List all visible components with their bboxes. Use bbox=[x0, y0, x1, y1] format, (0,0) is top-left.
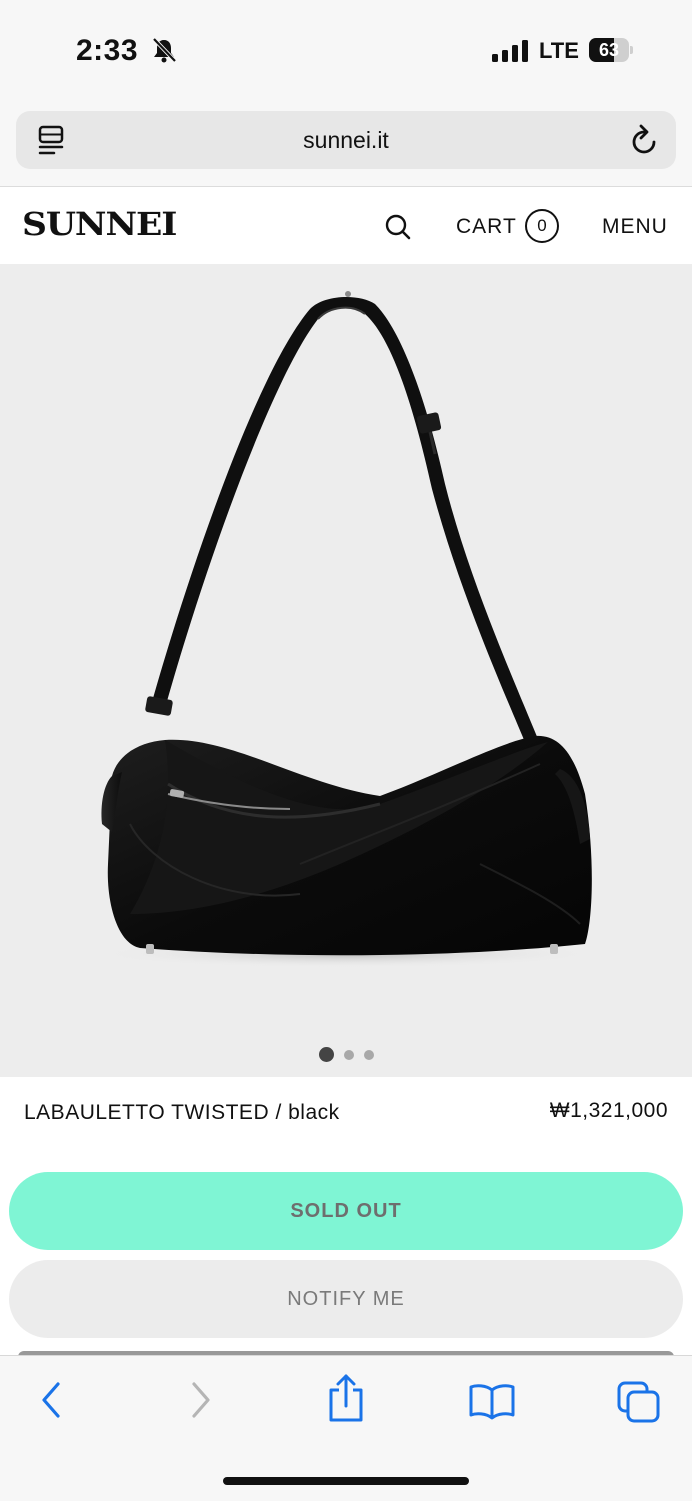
status-time: 2:33 bbox=[76, 34, 139, 67]
menu-button[interactable]: MENU bbox=[602, 215, 668, 239]
cellular-signal-icon bbox=[492, 40, 528, 62]
silent-bell-icon bbox=[152, 37, 177, 63]
forward-icon[interactable] bbox=[188, 1378, 214, 1422]
carousel-dot[interactable] bbox=[363, 1049, 374, 1060]
cart-link[interactable]: CART bbox=[456, 215, 517, 239]
battery-icon: 63 bbox=[589, 38, 629, 62]
brand-logo[interactable]: SUNNEI bbox=[22, 205, 177, 243]
bookmarks-icon[interactable] bbox=[468, 1382, 516, 1420]
carousel-dot[interactable] bbox=[343, 1049, 354, 1060]
product-image-gallery[interactable] bbox=[0, 264, 692, 1077]
site-header: SUNNEI CART 0 MENU bbox=[0, 186, 692, 265]
carousel-dot[interactable] bbox=[318, 1047, 334, 1063]
cart-count-badge[interactable]: 0 bbox=[525, 209, 559, 243]
address-bar[interactable]: sunnei.it bbox=[16, 111, 676, 169]
url-text[interactable]: sunnei.it bbox=[16, 127, 676, 154]
search-icon[interactable] bbox=[384, 213, 412, 241]
tabs-icon[interactable] bbox=[616, 1380, 662, 1424]
share-icon[interactable] bbox=[326, 1372, 366, 1424]
product-image bbox=[96, 291, 596, 968]
product-info: LABAULETTO TWISTED / black ₩1,321,000 SO… bbox=[0, 1077, 692, 1367]
product-name: LABAULETTO TWISTED / black bbox=[24, 1101, 340, 1124]
battery-tip bbox=[630, 46, 633, 54]
battery-level: 63 bbox=[598, 40, 620, 60]
status-bar: 2:33 LTE 63 bbox=[0, 0, 692, 100]
network-type: LTE bbox=[539, 38, 579, 63]
notify-me-button[interactable]: NOTIFY ME bbox=[9, 1260, 683, 1338]
carousel-dots[interactable] bbox=[0, 1046, 692, 1063]
sold-out-button[interactable]: SOLD OUT bbox=[9, 1172, 683, 1250]
product-price: ₩1,321,000 bbox=[549, 1099, 668, 1122]
home-indicator bbox=[223, 1477, 469, 1485]
back-icon[interactable] bbox=[38, 1378, 64, 1422]
reload-icon[interactable] bbox=[628, 123, 660, 157]
